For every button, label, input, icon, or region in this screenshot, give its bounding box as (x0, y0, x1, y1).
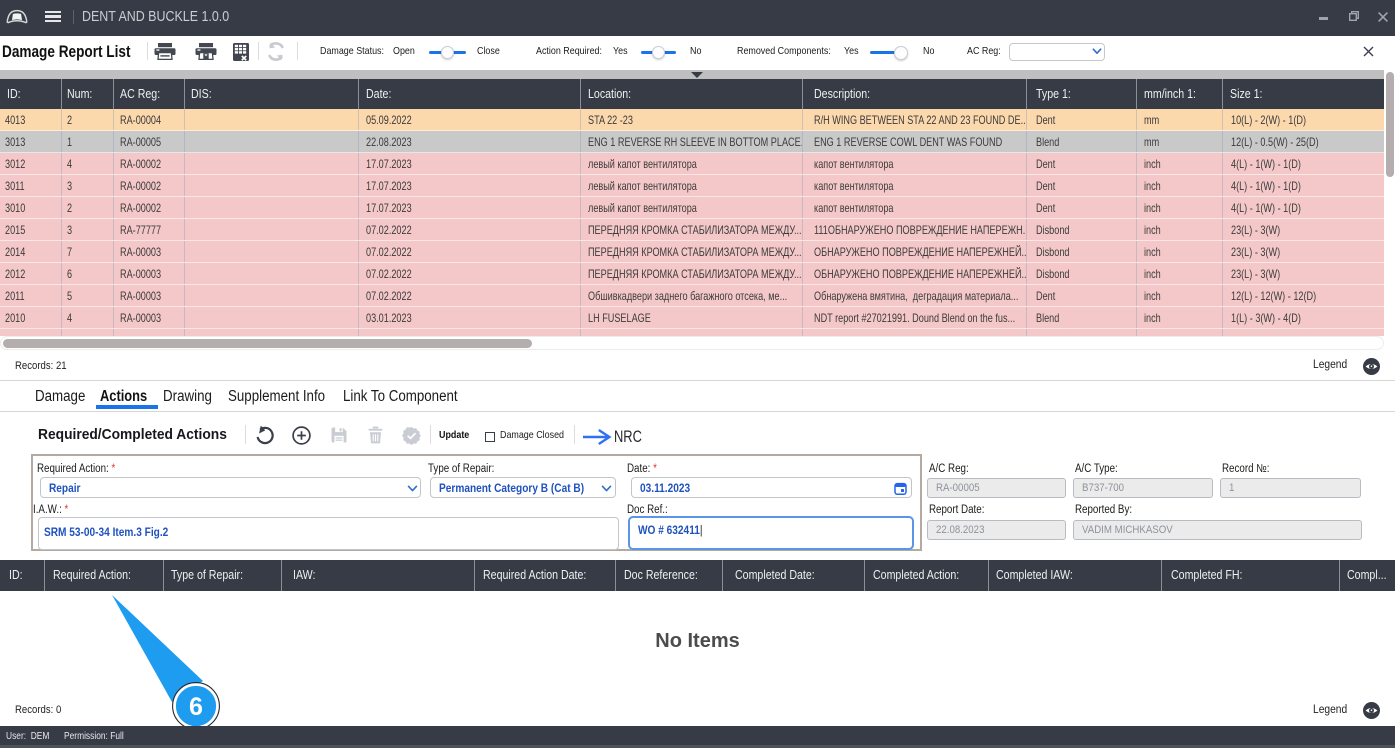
svg-text:6: 6 (189, 693, 203, 721)
